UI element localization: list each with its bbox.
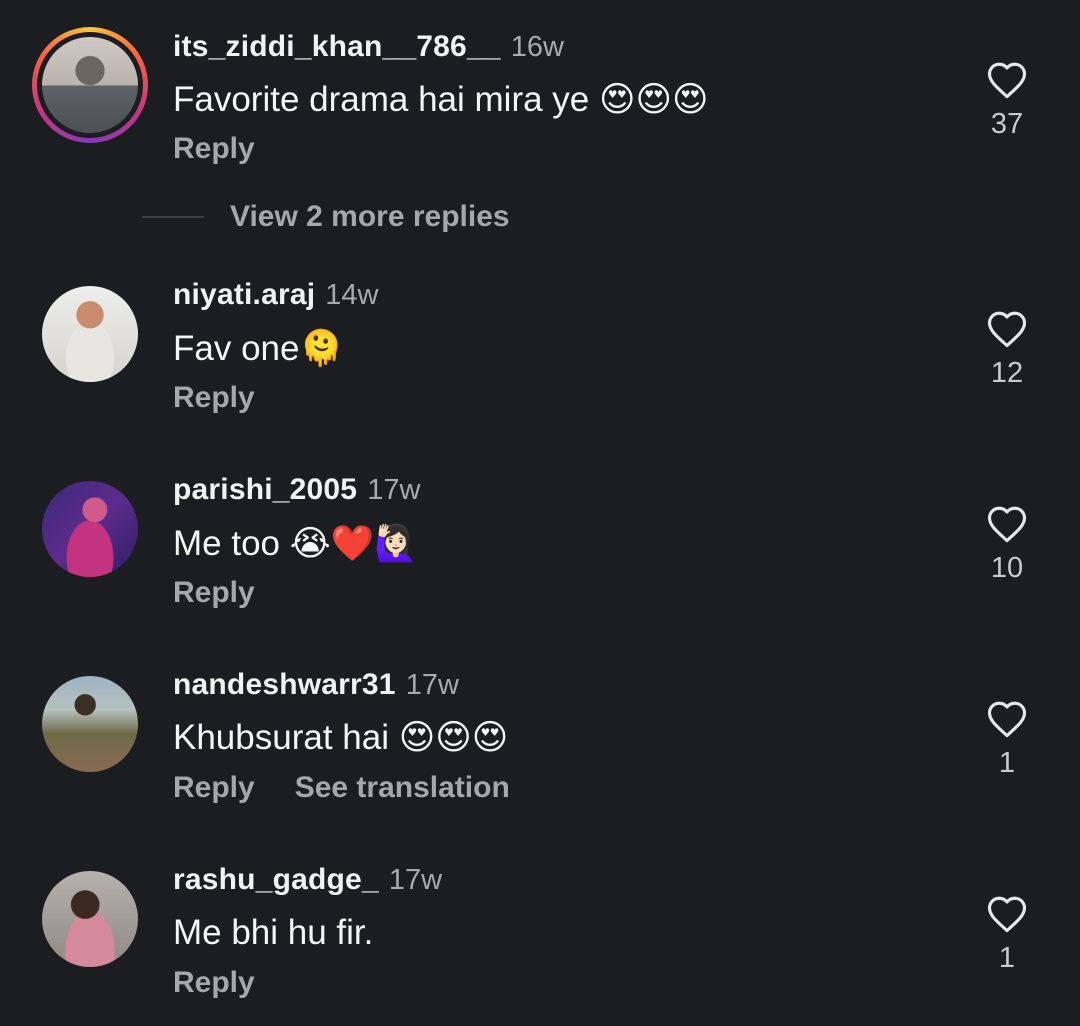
comment-username[interactable]: rashu_gadge_ [173, 863, 379, 896]
reply-button[interactable]: Reply [173, 771, 255, 804]
comment-text: Fav one🫠 [173, 329, 344, 369]
divider-line [142, 216, 204, 218]
comment-username[interactable]: niyati.araj [173, 278, 315, 311]
avatar-story-ring[interactable] [32, 27, 148, 143]
comment-text: Me too 😭❤️🙋🏻‍♀️ [173, 524, 418, 564]
reply-button[interactable]: Reply [173, 576, 255, 609]
avatar[interactable] [42, 871, 138, 967]
like-control: 37 [980, 60, 1034, 141]
comment-username[interactable]: its_ziddi_khan__786__ [173, 30, 501, 63]
comment-time: 17w [367, 474, 421, 506]
like-control: 1 [980, 699, 1034, 780]
avatar[interactable] [42, 676, 138, 772]
heart-outline-icon[interactable] [986, 309, 1028, 349]
like-count: 37 [990, 108, 1024, 140]
comment-text: Khubsurat hai 😍😍😍 [173, 718, 509, 758]
like-count: 1 [998, 747, 1016, 779]
like-control: 12 [980, 309, 1034, 390]
comment-time: 14w [325, 279, 379, 311]
avatar[interactable] [42, 286, 138, 382]
comments-list: its_ziddi_khan__786__ 16w Favorite drama … [0, 0, 1080, 1026]
heart-outline-icon[interactable] [986, 504, 1028, 544]
comment-emojis: 😭❤️🙋🏻‍♀️ [289, 524, 418, 564]
comment-emojis: 😍😍😍 [598, 80, 709, 120]
heart-outline-icon[interactable] [986, 699, 1028, 739]
view-more-replies[interactable]: View 2 more replies [142, 200, 510, 240]
comment-username[interactable]: nandeshwarr31 [173, 668, 396, 701]
heart-outline-icon[interactable] [986, 60, 1028, 100]
like-count: 12 [990, 357, 1024, 389]
comment-username[interactable]: parishi_2005 [173, 473, 357, 506]
see-translation-button[interactable]: See translation [295, 771, 510, 804]
avatar[interactable] [42, 37, 138, 133]
comment-emojis: 🫠 [299, 329, 344, 369]
comment-text: Favorite drama hai mira ye 😍😍😍 [173, 80, 709, 120]
like-count: 1 [998, 942, 1016, 974]
view-more-replies-label[interactable]: View 2 more replies [230, 200, 510, 233]
like-control: 1 [980, 894, 1034, 975]
reply-button[interactable]: Reply [173, 381, 255, 414]
like-count: 10 [990, 552, 1024, 584]
comment-time: 17w [388, 864, 443, 896]
comment-time: 17w [405, 669, 459, 701]
comment-emojis: 😍😍😍 [398, 718, 509, 758]
reply-button[interactable]: Reply [173, 132, 255, 165]
avatar[interactable] [42, 481, 138, 577]
like-control: 10 [980, 504, 1034, 585]
heart-outline-icon[interactable] [986, 894, 1028, 934]
comment-time: 16w [510, 31, 564, 63]
comment-text: Me bhi hu fir. [173, 913, 374, 952]
reply-button[interactable]: Reply [173, 966, 255, 999]
